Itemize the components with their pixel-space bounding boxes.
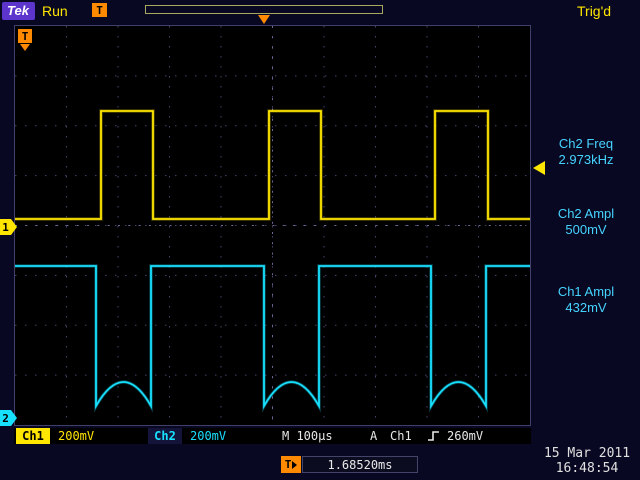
ch2-ground-marker: 2 (0, 410, 17, 426)
datetime: 15 Mar 2011 16:48:54 (536, 446, 638, 476)
measurement-label: Ch2 Ampl (534, 206, 638, 222)
waveform-display (15, 26, 530, 425)
measurement-value: 500mV (534, 222, 638, 238)
time-label: 16:48:54 (536, 461, 638, 476)
ch2-badge: Ch2 (148, 428, 182, 444)
trigger-time-marker: T (285, 458, 292, 471)
ch1-marker-arrow-icon (11, 219, 17, 235)
trigger-time-icon: T (281, 456, 301, 473)
trigger-flag-icon: T (18, 29, 32, 43)
trigger-marker-icon: T (92, 3, 107, 17)
measurement-ch2-ampl: Ch2 Ampl 500mV (534, 206, 638, 238)
date-label: 15 Mar 2011 (536, 446, 638, 461)
ch2-marker-label: 2 (0, 410, 11, 426)
trigger-status: Trig'd (577, 3, 611, 19)
ch2-marker-arrow-icon (11, 410, 17, 426)
measurement-label: Ch1 Ampl (534, 284, 638, 300)
oscilloscope-screen: Tek Run T Trig'd T 1 2 Ch2 Freq 2.973kHz… (0, 0, 640, 480)
ch1-ground-marker: 1 (0, 219, 17, 235)
measurement-ch1-ampl: Ch1 Ampl 432mV (534, 284, 638, 316)
trigger-source-readout: Ch1 (390, 428, 412, 444)
trigger-time-value: 1.68520ms (302, 456, 418, 473)
ch1-scale: 200mV (58, 428, 94, 444)
measurement-value: 432mV (534, 300, 638, 316)
trigger-flag-arrow-icon (20, 44, 30, 51)
trigger-position-arrow-icon (258, 15, 270, 24)
right-arrow-icon (292, 461, 297, 469)
readout-bar: Ch1 200mV Ch2 200mV M 100µs A Ch1 260mV (14, 428, 531, 444)
ch1-badge: Ch1 (16, 428, 50, 444)
ch1-marker-label: 1 (0, 219, 11, 235)
rising-edge-icon (427, 430, 441, 446)
measurement-label: Ch2 Freq (534, 136, 638, 152)
tek-logo: Tek (2, 2, 35, 20)
trigger-mode-readout: A (370, 428, 377, 444)
record-view-bar (145, 5, 383, 14)
acquisition-state: Run (42, 3, 68, 19)
ch2-scale: 200mV (190, 428, 226, 444)
measurement-ch2-freq: Ch2 Freq 2.973kHz (534, 136, 638, 168)
trigger-level-readout: 260mV (447, 428, 483, 444)
measurement-value: 2.973kHz (534, 152, 638, 168)
timebase-readout: M 100µs (282, 428, 333, 444)
graticule: T (14, 25, 531, 426)
